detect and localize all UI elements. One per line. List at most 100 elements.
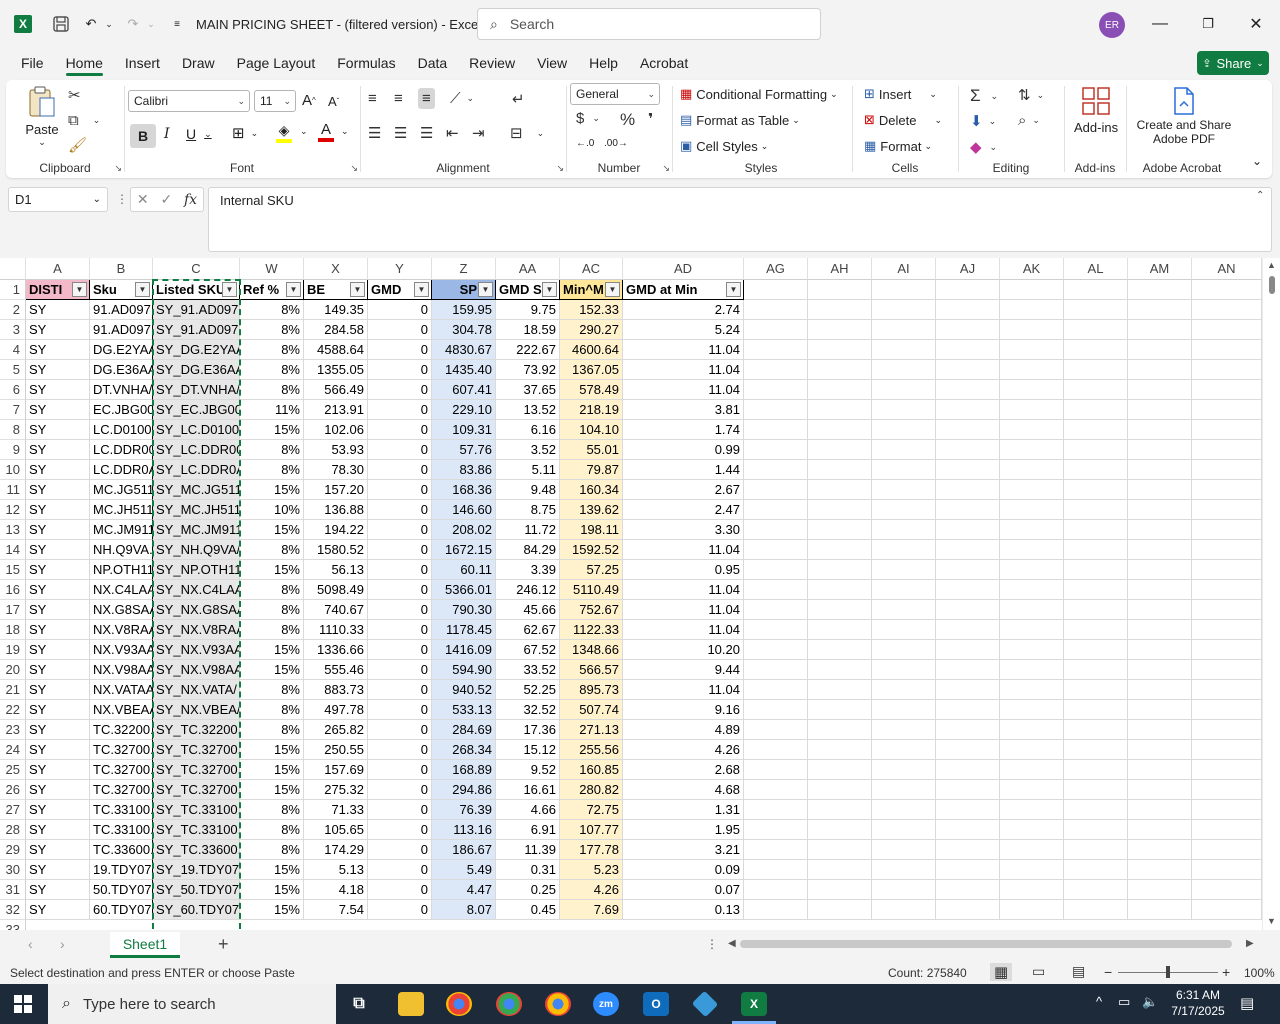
empty-cell[interactable] bbox=[872, 460, 936, 480]
table-cell[interactable]: MC.JH511 bbox=[90, 500, 153, 520]
number-format-select[interactable]: General ⌄ bbox=[570, 83, 660, 105]
alignment-launcher-icon[interactable]: ↘ bbox=[556, 163, 564, 174]
clear-icon[interactable]: ◆ ⌄ bbox=[970, 138, 997, 156]
table-cell[interactable]: 157.20 bbox=[304, 480, 368, 500]
table-cell[interactable]: 0 bbox=[368, 400, 432, 420]
empty-cell[interactable] bbox=[744, 320, 808, 340]
empty-cell[interactable] bbox=[1064, 860, 1128, 880]
column-header-z[interactable]: Z bbox=[432, 258, 496, 280]
table-cell[interactable]: SY_50.TDY07.( bbox=[153, 880, 240, 900]
table-cell[interactable]: SY bbox=[26, 480, 90, 500]
table-header-cell[interactable]: DISTI ▼ bbox=[26, 280, 90, 300]
table-cell[interactable]: 213.91 bbox=[304, 400, 368, 420]
copy-icon[interactable]: ⧉ ⌄ bbox=[68, 112, 100, 129]
empty-cell[interactable] bbox=[1192, 700, 1262, 720]
table-cell[interactable]: 83.86 bbox=[432, 460, 496, 480]
undo-icon[interactable]: ↶ bbox=[82, 15, 100, 33]
table-cell[interactable]: 8% bbox=[240, 360, 304, 380]
table-cell[interactable]: SY bbox=[26, 680, 90, 700]
filter-dropdown-icon[interactable]: ▼ bbox=[542, 282, 557, 297]
table-cell[interactable]: 15% bbox=[240, 560, 304, 580]
row-header[interactable]: 27 bbox=[0, 800, 26, 820]
empty-cell[interactable] bbox=[744, 500, 808, 520]
table-cell[interactable]: 566.49 bbox=[304, 380, 368, 400]
empty-cell[interactable] bbox=[1128, 840, 1192, 860]
table-cell[interactable]: 4830.67 bbox=[432, 340, 496, 360]
table-cell[interactable]: 0 bbox=[368, 620, 432, 640]
autosum-icon[interactable]: Σ ⌄ bbox=[970, 86, 998, 106]
empty-cell[interactable] bbox=[1064, 300, 1128, 320]
cell-styles-button[interactable]: ▣ Cell Styles ⌄ bbox=[680, 138, 768, 154]
comma-style-icon[interactable]: ❜ bbox=[648, 110, 653, 128]
undo-dropdown-icon[interactable]: ⌄ bbox=[100, 15, 118, 33]
tab-insert[interactable]: Insert bbox=[114, 48, 171, 78]
tab-acrobat[interactable]: Acrobat bbox=[629, 48, 699, 78]
table-cell[interactable]: TC.33600. bbox=[90, 840, 153, 860]
empty-cell[interactable] bbox=[744, 800, 808, 820]
table-cell[interactable]: SY_TC.32700.( bbox=[153, 740, 240, 760]
empty-cell[interactable] bbox=[744, 580, 808, 600]
table-cell[interactable]: NX.G8SAA bbox=[90, 600, 153, 620]
filter-dropdown-icon[interactable]: ▼ bbox=[605, 282, 620, 297]
sort-filter-icon[interactable]: ⇅ ⌄ bbox=[1018, 86, 1044, 104]
chrome-profile-2-icon[interactable] bbox=[545, 992, 571, 1016]
table-cell[interactable]: TC.33100. bbox=[90, 800, 153, 820]
table-cell[interactable]: 113.16 bbox=[432, 820, 496, 840]
table-cell[interactable]: 3.21 bbox=[623, 840, 744, 860]
row-header[interactable]: 26 bbox=[0, 780, 26, 800]
table-cell[interactable]: 15.12 bbox=[496, 740, 560, 760]
table-cell[interactable]: 566.57 bbox=[560, 660, 623, 680]
empty-cell[interactable] bbox=[872, 580, 936, 600]
empty-cell[interactable] bbox=[872, 840, 936, 860]
empty-cell[interactable] bbox=[808, 820, 872, 840]
row-header[interactable]: 30 bbox=[0, 860, 26, 880]
empty-cell[interactable] bbox=[1192, 860, 1262, 880]
table-cell[interactable]: 3.81 bbox=[623, 400, 744, 420]
table-cell[interactable]: TC.32700. bbox=[90, 740, 153, 760]
table-cell[interactable]: 4.47 bbox=[432, 880, 496, 900]
empty-cell[interactable] bbox=[1192, 320, 1262, 340]
empty-cell[interactable] bbox=[1000, 880, 1064, 900]
column-header-w[interactable]: W bbox=[240, 258, 304, 280]
table-cell[interactable]: 194.22 bbox=[304, 520, 368, 540]
table-cell[interactable]: 284.69 bbox=[432, 720, 496, 740]
table-cell[interactable]: 208.02 bbox=[432, 520, 496, 540]
row-header[interactable]: 22 bbox=[0, 700, 26, 720]
table-cell[interactable]: 73.92 bbox=[496, 360, 560, 380]
table-cell[interactable]: 0 bbox=[368, 480, 432, 500]
table-cell[interactable]: 578.49 bbox=[560, 380, 623, 400]
table-cell[interactable]: SY_NX.VATA/ bbox=[153, 680, 240, 700]
borders-icon[interactable]: ⊞ ⌄ bbox=[232, 124, 258, 142]
row-header[interactable]: 2 bbox=[0, 300, 26, 320]
row-header[interactable]: 13 bbox=[0, 520, 26, 540]
table-cell[interactable]: 555.46 bbox=[304, 660, 368, 680]
table-cell[interactable]: 2.47 bbox=[623, 500, 744, 520]
table-cell[interactable]: 18.59 bbox=[496, 320, 560, 340]
row-header[interactable]: 10 bbox=[0, 460, 26, 480]
tab-view[interactable]: View bbox=[526, 48, 578, 78]
table-header-cell[interactable]: BE ▼ bbox=[304, 280, 368, 300]
table-cell[interactable]: 104.10 bbox=[560, 420, 623, 440]
column-header-an[interactable]: AN bbox=[1192, 258, 1262, 280]
empty-cell[interactable] bbox=[872, 560, 936, 580]
name-box[interactable]: D1 ⌄ bbox=[8, 187, 108, 212]
empty-cell[interactable] bbox=[744, 900, 808, 920]
table-header-cell[interactable]: GMD ▼ bbox=[368, 280, 432, 300]
table-cell[interactable]: SY bbox=[26, 660, 90, 680]
row-header[interactable]: 7 bbox=[0, 400, 26, 420]
table-cell[interactable]: SY bbox=[26, 540, 90, 560]
tab-formulas[interactable]: Formulas bbox=[326, 48, 406, 78]
table-cell[interactable]: 8% bbox=[240, 440, 304, 460]
spreadsheet-grid[interactable]: A B C W X Y Z AA AC AD AG AH AI AJ AK AL AM AN 1 DISTI ▼ Sku ▼… bbox=[0, 258, 1280, 930]
font-launcher-icon[interactable]: ↘ bbox=[350, 163, 358, 174]
empty-cell[interactable] bbox=[872, 640, 936, 660]
empty-cell[interactable] bbox=[872, 660, 936, 680]
empty-cell[interactable] bbox=[872, 300, 936, 320]
table-cell[interactable]: SY_91.AD097. bbox=[153, 320, 240, 340]
page-layout-view-icon[interactable]: ▭ bbox=[1032, 963, 1045, 980]
table-cell[interactable]: 0 bbox=[368, 580, 432, 600]
next-sheet-icon[interactable]: › bbox=[60, 936, 65, 952]
empty-cell[interactable] bbox=[936, 900, 1000, 920]
empty-cell[interactable] bbox=[1000, 700, 1064, 720]
empty-cell[interactable] bbox=[808, 580, 872, 600]
